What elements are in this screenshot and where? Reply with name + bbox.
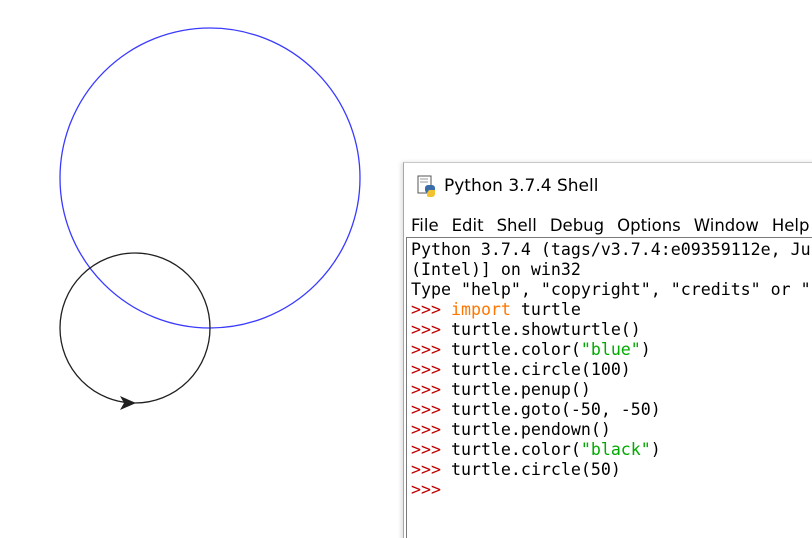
command-line: >>> turtle.penup() xyxy=(411,380,811,400)
python-idle-icon xyxy=(417,175,435,197)
command-line: >>> turtle.pendown() xyxy=(411,420,811,440)
prompt: >>> xyxy=(411,300,451,319)
prompt: >>> xyxy=(411,460,451,479)
title-bar[interactable]: Python 3.7.4 Shell xyxy=(404,163,812,209)
command-line: >>> turtle.circle(50) xyxy=(411,460,811,480)
code-token: turtle.penup() xyxy=(450,380,591,399)
prompt: >>> xyxy=(411,480,441,499)
menu-edit[interactable]: Edit xyxy=(445,216,490,235)
prompt: >>> xyxy=(411,380,451,399)
command-line: >>> turtle.color("black") xyxy=(411,440,811,460)
prompt: >>> xyxy=(411,440,451,459)
code-token: turtle.circle(100) xyxy=(450,360,631,379)
command-line: >>> turtle.goto(-50, -50) xyxy=(411,400,811,420)
command-line: >>> turtle.color("blue") xyxy=(411,340,811,360)
menu-shell[interactable]: Shell xyxy=(490,216,543,235)
command-line: >>> import turtle xyxy=(411,300,811,320)
idle-shell-window[interactable]: Python 3.7.4 Shell File Edit Shell Debug Opt… xyxy=(403,162,812,538)
prompt: >>> xyxy=(411,340,451,359)
string-token: "black" xyxy=(580,440,651,459)
code-token: turtle.showturtle() xyxy=(450,320,641,339)
code-token: turtle xyxy=(510,300,581,319)
menu-bar: File Edit Shell Debug Options Window Help xyxy=(404,213,812,237)
menu-help[interactable]: Help xyxy=(765,216,812,235)
turtle-arrow-icon xyxy=(120,396,136,410)
menu-debug[interactable]: Debug xyxy=(543,216,610,235)
command-line: >>> turtle.circle(100) xyxy=(411,360,811,380)
string-token: "blue" xyxy=(580,340,641,359)
shell-output: Python 3.7.4 (tags/v3.7.4:e09359112e, Ju… xyxy=(411,240,811,500)
blue-circle xyxy=(59,27,361,329)
code-token: turtle.pendown() xyxy=(450,420,611,439)
input-line[interactable]: >>> xyxy=(411,480,811,500)
menu-file[interactable]: File xyxy=(404,216,445,235)
menu-window[interactable]: Window xyxy=(687,216,765,235)
prompt: >>> xyxy=(411,420,451,439)
window-title: Python 3.7.4 Shell xyxy=(444,176,599,196)
code-token: turtle.color( xyxy=(450,440,581,459)
code-token: turtle.color( xyxy=(450,340,581,359)
command-line: >>> turtle.showturtle() xyxy=(411,320,811,340)
black-circle xyxy=(59,252,211,404)
banner-line: Type "help", "copyright", "credits" or " xyxy=(411,280,811,299)
prompt: >>> xyxy=(411,400,451,419)
code-token: turtle.circle(50) xyxy=(450,460,621,479)
banner-line: Python 3.7.4 (tags/v3.7.4:e09359112e, Ju xyxy=(411,240,811,259)
prompt: >>> xyxy=(411,360,451,379)
banner-line: (Intel)] on win32 xyxy=(411,260,581,279)
prompt: >>> xyxy=(411,320,451,339)
code-token: ) xyxy=(650,440,661,459)
desktop-stage: Python 3.7.4 Shell File Edit Shell Debug Opt… xyxy=(0,0,812,538)
code-token: turtle.goto(-50, -50) xyxy=(450,400,661,419)
code-token: ) xyxy=(640,340,651,359)
keyword-token: import xyxy=(450,300,511,319)
shell-text-area[interactable]: Python 3.7.4 (tags/v3.7.4:e09359112e, Ju… xyxy=(406,237,812,538)
menu-options[interactable]: Options xyxy=(610,216,687,235)
